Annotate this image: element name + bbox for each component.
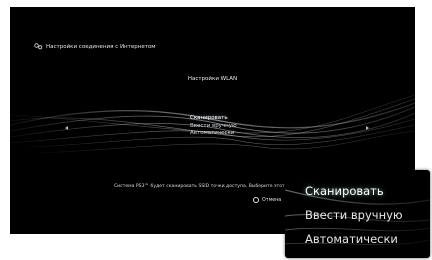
zoom-item-auto: Автоматически: [305, 232, 398, 246]
cancel-button[interactable]: Отмена: [253, 197, 281, 203]
zoom-inset: Сканировать Ввести вручную Автоматически: [285, 170, 430, 258]
zoom-item-scan: Сканировать: [305, 184, 384, 198]
circle-button-icon: [253, 197, 259, 203]
left-arrow-icon: [65, 126, 68, 130]
menu-item-scan[interactable]: Сканировать: [190, 115, 237, 123]
menu-item-manual[interactable]: Ввести вручную: [190, 123, 237, 131]
zoom-item-manual: Ввести вручную: [305, 208, 403, 222]
header: Настройки соединения с Интернетом: [34, 43, 155, 50]
network-settings-icon: [34, 43, 43, 50]
header-title: Настройки соединения с Интернетом: [46, 43, 156, 50]
cancel-label: Отмена: [262, 197, 282, 203]
menu-list: Сканировать Ввести вручную Автоматически: [190, 115, 237, 138]
right-arrow-icon: [366, 126, 369, 130]
screen-title: Настройки WLAN: [187, 76, 238, 82]
menu-item-auto[interactable]: Автоматически: [190, 130, 237, 138]
